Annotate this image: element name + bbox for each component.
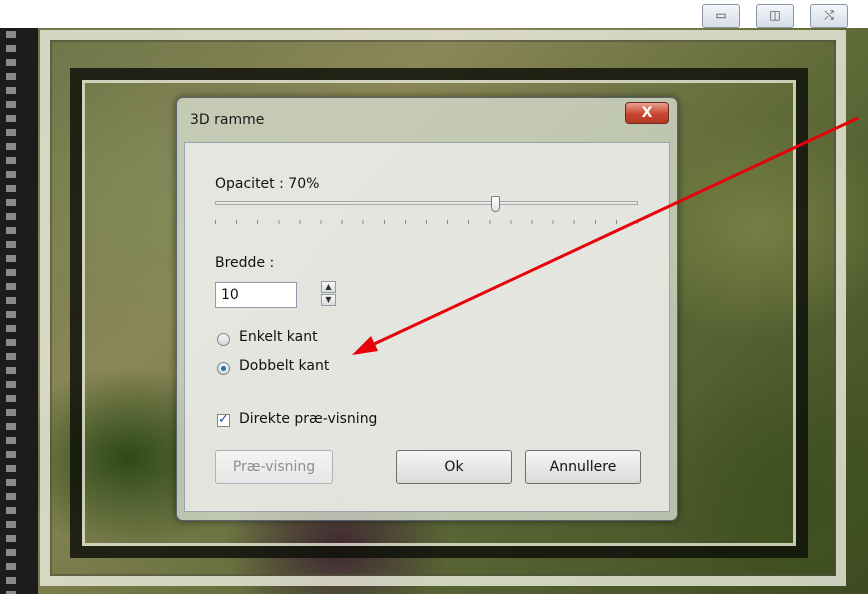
arrow-shaft bbox=[371, 116, 859, 347]
arrow-head-icon bbox=[352, 336, 378, 355]
annotation-arrow bbox=[352, 116, 859, 355]
